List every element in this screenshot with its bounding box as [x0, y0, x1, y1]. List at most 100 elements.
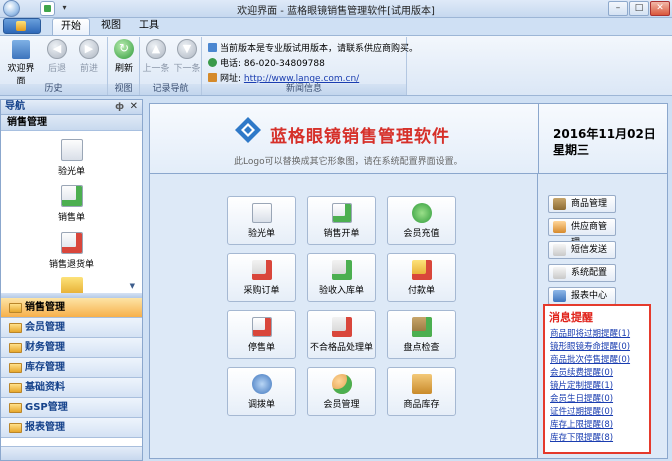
nav-item-sales[interactable]: 销售单	[1, 185, 142, 223]
refresh-button[interactable]: ↻ 刷新	[108, 39, 140, 81]
group-news: 当前版本是专业版试用版本，请联系供应商购买。 电话: 86-020-348097…	[202, 37, 418, 95]
msg-lens-life[interactable]: 镜形眼镜寿命提醒(0)	[550, 340, 630, 352]
defective-icon	[331, 317, 352, 337]
nav-close-icon[interactable]: ✕	[130, 100, 138, 114]
members-icon	[331, 374, 352, 394]
maximize-button[interactable]: □	[629, 1, 649, 16]
logo-hint: 此Logo可以替换成其它形象图，请在系统配置界面设置。	[234, 157, 463, 167]
boxes-icon	[411, 374, 432, 394]
nav-item-optometry[interactable]: 验光单	[1, 139, 142, 177]
message-reminders: 消息提醒 商品即将过期提醒(1) 镜形眼镜寿命提醒(0) 商品批次停售提醒(0)…	[543, 304, 651, 454]
folder-icon	[9, 403, 22, 413]
notice-line: 当前版本是专业版试用版本，请联系供应商购买。	[208, 41, 418, 54]
company-logo-icon	[235, 117, 261, 143]
current-weekday: 星期三	[553, 143, 590, 157]
next-icon: ▼	[177, 39, 197, 59]
stocktake-icon	[411, 317, 432, 337]
nav-bottom-bar	[1, 446, 142, 460]
nav-section-members[interactable]: 会员管理	[1, 318, 142, 338]
globe-icon	[208, 73, 217, 82]
minimize-button[interactable]: –	[608, 1, 628, 16]
refresh-icon: ↻	[114, 39, 134, 59]
nav-section-inventory[interactable]: 库存管理	[1, 358, 142, 378]
nav-scroll-down-icon[interactable]: ▼	[130, 282, 135, 290]
pin-icon[interactable]: ф	[115, 100, 124, 114]
tile-payment[interactable]: 付款单	[387, 253, 456, 302]
prev-record-button[interactable]: ▲ 上一条	[140, 39, 172, 81]
system-config-button[interactable]: 系统配置	[548, 264, 616, 282]
sms-icon	[553, 244, 566, 256]
tile-receiving[interactable]: 验收入库单	[307, 253, 376, 302]
tab-view[interactable]: 视图	[96, 18, 126, 35]
sales-return-doc-icon	[60, 232, 83, 254]
group-history: 欢迎界面 ◀ 后退 ▶ 前进 历史	[0, 37, 108, 95]
group-label-record-nav: 记录导航	[140, 84, 201, 95]
product-icon	[553, 198, 566, 210]
report-center-button[interactable]: 报表中心	[548, 287, 616, 305]
back-icon: ◀	[47, 39, 67, 59]
nav-items: 验光单 销售单 销售退货单	[1, 132, 142, 293]
forward-button[interactable]: ▶ 前进	[72, 39, 106, 81]
tile-member-mgmt[interactable]: 会员管理	[307, 367, 376, 416]
topup-icon	[411, 203, 432, 223]
window-title: 欢迎界面 - 蓝格眼镜销售管理软件[试用版本]	[237, 6, 435, 17]
side-panel: 商品管理 供应商管理 短信发送 系统配置 报表中心 消息提醒 商品即将过期提醒(…	[538, 174, 667, 458]
current-date: 2016年11月02日	[553, 127, 656, 141]
receiving-icon	[331, 260, 352, 280]
nav-section-basic-data[interactable]: 基础资料	[1, 378, 142, 398]
product-mgmt-button[interactable]: 商品管理	[548, 195, 616, 213]
msg-stock-lower[interactable]: 库存下限提醒(8)	[550, 431, 613, 443]
tile-sales-order[interactable]: 销售开单	[307, 196, 376, 245]
transfer-icon	[251, 374, 272, 394]
tile-transfer[interactable]: 调拨单	[227, 367, 296, 416]
notice-icon	[208, 43, 217, 52]
phone-line: 电话: 86-020-34809788	[208, 56, 325, 69]
msg-expiring-goods[interactable]: 商品即将过期提醒(1)	[550, 327, 630, 339]
tile-member-topup[interactable]: 会员充值	[387, 196, 456, 245]
logo-text: 蓝格眼镜销售管理软件	[270, 127, 450, 147]
nav-section-gsp[interactable]: GSP管理	[1, 398, 142, 418]
nav-item-more[interactable]	[1, 277, 142, 293]
next-record-button[interactable]: ▼ 下一条	[171, 39, 203, 81]
welcome-button[interactable]: 欢迎界面	[4, 39, 38, 87]
sales-doc-icon	[60, 185, 83, 207]
folder-icon	[9, 423, 22, 433]
messages-title: 消息提醒	[549, 311, 593, 324]
report-icon	[553, 290, 566, 302]
tile-stop-sale[interactable]: 停售单	[227, 310, 296, 359]
nav-item-sales-return[interactable]: 销售退货单	[1, 232, 142, 270]
tab-start[interactable]: 开始	[52, 18, 90, 35]
main-area: 蓝格眼镜销售管理软件 此Logo可以替换成其它形象图，请在系统配置界面设置。 2…	[146, 99, 672, 461]
nav-section-sales[interactable]: 销售管理	[1, 298, 142, 318]
app-menu-button[interactable]	[3, 18, 41, 34]
welcome-panel: 蓝格眼镜销售管理软件 此Logo可以替换成其它形象图，请在系统配置界面设置。 2…	[149, 103, 668, 459]
tile-defective[interactable]: 不合格品处理单	[307, 310, 376, 359]
tab-tools[interactable]: 工具	[134, 18, 164, 35]
msg-member-renewal[interactable]: 会员续费提醒(0)	[550, 366, 613, 378]
msg-batch-stop-sale[interactable]: 商品批次停售提醒(0)	[550, 353, 630, 365]
group-label-news: 新闻信息	[202, 84, 406, 95]
prev-icon: ▲	[146, 39, 166, 59]
sales-order-icon	[331, 203, 352, 223]
settings-icon	[553, 267, 566, 279]
tile-product-stock[interactable]: 商品库存	[387, 367, 456, 416]
coins-icon	[60, 277, 83, 293]
msg-member-birthday[interactable]: 会员生日提醒(0)	[550, 392, 613, 404]
tile-optometry[interactable]: 验光单	[227, 196, 296, 245]
website-link[interactable]: http://www.lange.com.cn/	[244, 74, 359, 84]
msg-lens-custom[interactable]: 镜片定制提醒(1)	[550, 379, 613, 391]
nav-section-finance[interactable]: 财务管理	[1, 338, 142, 358]
home-icon	[12, 40, 30, 59]
nav-section-reports[interactable]: 报表管理	[1, 418, 142, 438]
msg-stock-upper[interactable]: 库存上限提醒(8)	[550, 418, 613, 430]
back-button[interactable]: ◀ 后退	[40, 39, 74, 81]
sms-button[interactable]: 短信发送	[548, 241, 616, 259]
msg-license-expiry[interactable]: 证件过期提醒(0)	[550, 405, 613, 417]
supplier-mgmt-button[interactable]: 供应商管理	[548, 218, 616, 248]
tile-purchase-order[interactable]: 采购订单	[227, 253, 296, 302]
tile-stocktake[interactable]: 盘点检查	[387, 310, 456, 359]
nav-title: 导航	[5, 101, 25, 112]
purchase-icon	[251, 260, 272, 280]
close-window-button[interactable]: ✕	[650, 1, 670, 16]
date-box: 2016年11月02日 星期三	[538, 104, 667, 174]
